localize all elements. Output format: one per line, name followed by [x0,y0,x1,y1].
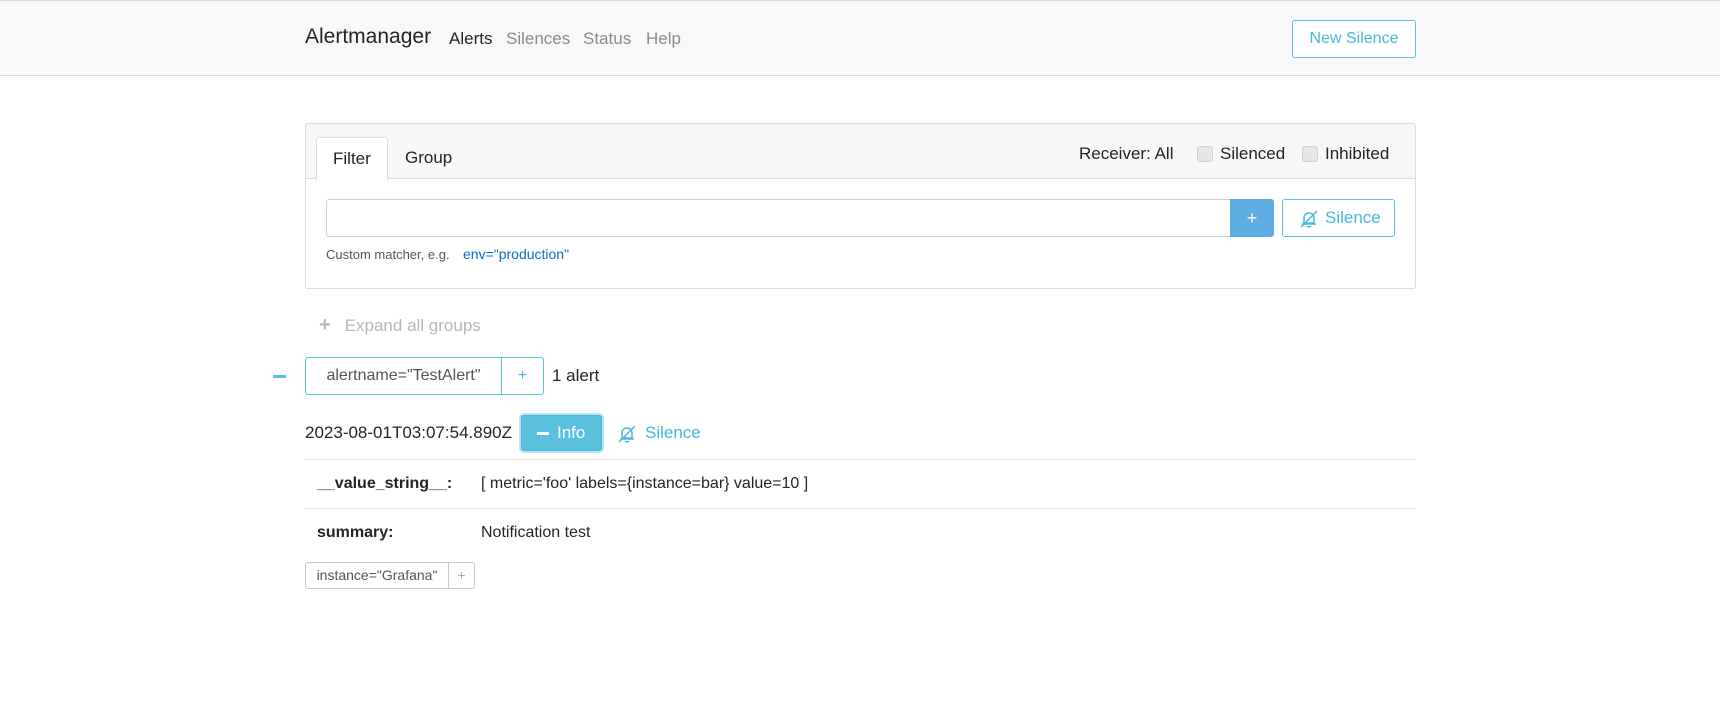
matcher-input[interactable] [326,199,1231,237]
label-chip-add-button[interactable]: + [448,562,475,589]
matcher-example-link[interactable]: env="production" [463,246,569,262]
group-label-button[interactable]: alertname="TestAlert" [305,357,502,395]
receiver-selector[interactable]: Receiver: All [1079,144,1173,164]
filter-silence-button[interactable]: Silence [1282,199,1395,237]
nav-link-help[interactable]: Help [646,29,681,49]
tab-group[interactable]: Group [389,137,468,180]
expand-all-label: Expand all groups [344,316,481,335]
inhibited-label[interactable]: Inhibited [1325,144,1389,164]
annotation-value: Notification test [481,524,591,541]
expand-all-groups-button[interactable]: + Expand all groups [319,314,481,337]
silenced-checkbox[interactable] [1197,146,1213,162]
bell-slash-icon [1300,210,1318,228]
plus-icon: + [319,314,331,336]
info-toggle-button[interactable]: Info [521,415,602,451]
annotation-key: __value_string__: [317,475,453,492]
info-label: Info [557,423,586,442]
alert-silence-button[interactable]: Silence [617,415,701,451]
label-chip-instance[interactable]: instance="Grafana" [305,562,449,589]
alert-count: 1 alert [552,366,600,385]
annotation-value: [ metric='foo' labels={instance=bar} val… [481,475,809,492]
alert-silence-label: Silence [645,423,701,442]
brand-logo-text[interactable]: Alertmanager [305,25,431,49]
nav-link-alerts[interactable]: Alerts [449,29,492,49]
group-add-filter-button[interactable]: + [501,357,544,395]
alert-timestamp: 2023-08-01T03:07:54.890Z [305,423,512,442]
nav-link-status[interactable]: Status [583,29,631,49]
navbar: Alertmanager Alerts Silences Status Help… [0,0,1720,76]
annotation-row: __value_string__: [ metric='foo' labels=… [305,459,1416,508]
new-silence-button[interactable]: New Silence [1292,20,1416,58]
filter-panel-header: Filter Group Receiver: All Silenced Inhi… [306,124,1415,180]
tab-filter[interactable]: Filter [316,137,388,180]
inhibited-checkbox[interactable] [1302,146,1318,162]
nav-link-silences[interactable]: Silences [506,29,570,49]
annotation-key: summary: [317,524,394,541]
annotation-row: summary: Notification test [305,508,1416,557]
filter-panel: Filter Group Receiver: All Silenced Inhi… [305,123,1416,289]
silenced-label[interactable]: Silenced [1220,144,1285,164]
minus-icon [537,432,549,435]
add-matcher-button[interactable]: + [1230,199,1274,237]
matcher-hint: Custom matcher, e.g. [326,247,450,262]
collapse-group-icon[interactable] [273,375,286,378]
filter-silence-label: Silence [1325,208,1381,227]
bell-slash-icon [618,425,636,443]
